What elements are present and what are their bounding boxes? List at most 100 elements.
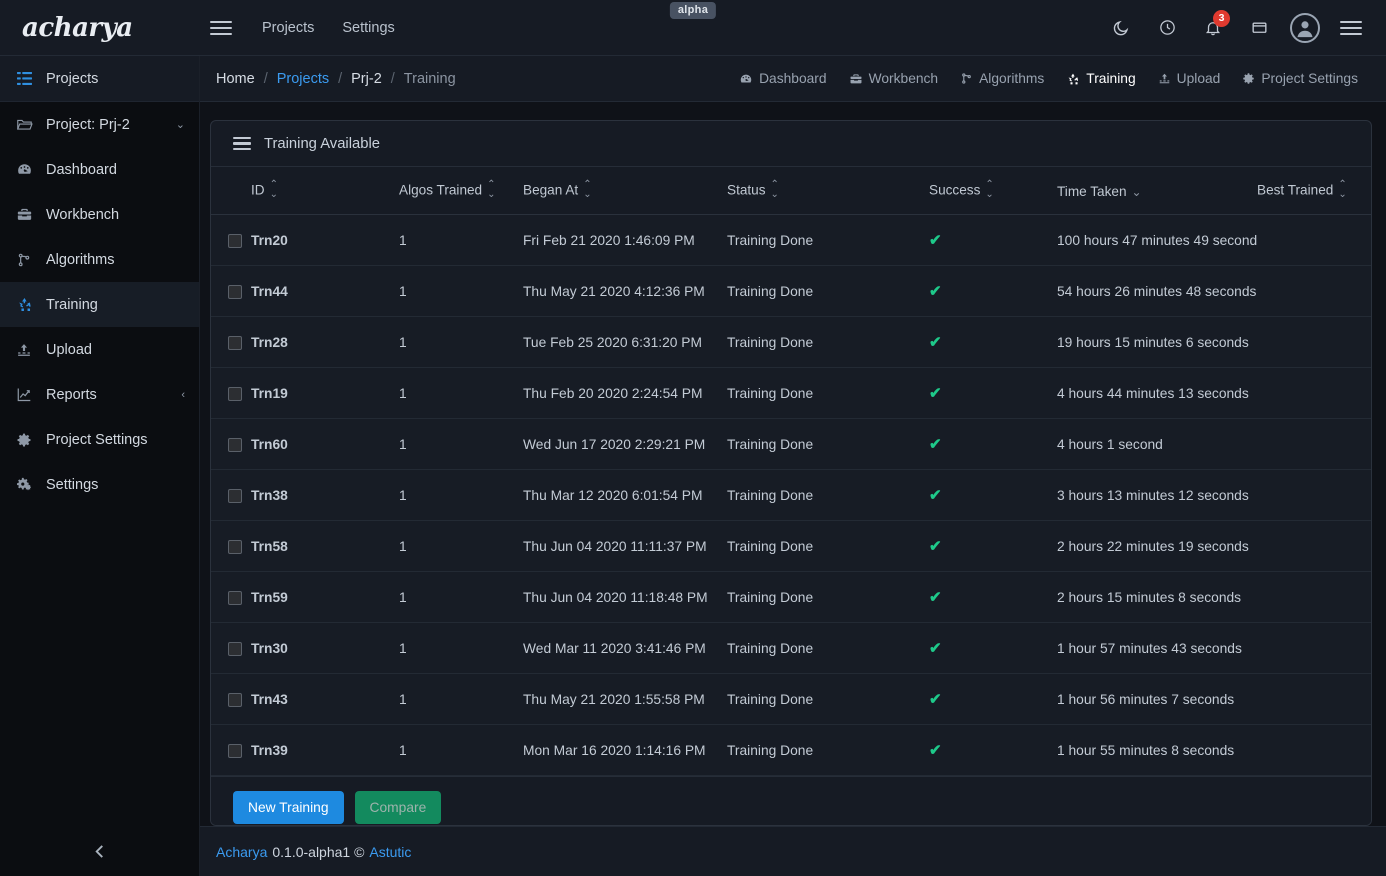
new-training-button[interactable]: New Training: [233, 791, 344, 824]
more-menu-button[interactable]: [1330, 7, 1372, 49]
row-checkbox[interactable]: [228, 744, 242, 758]
cell-began: Tue Feb 25 2020 6:31:20 PM: [523, 317, 727, 368]
table-row[interactable]: Trn30 1 Wed Mar 11 2020 3:41:46 PM Train…: [211, 623, 1372, 674]
sidebar-item-label: Workbench: [46, 207, 119, 223]
account-button[interactable]: [1284, 7, 1326, 49]
sidebar-item-dashboard[interactable]: Dashboard: [0, 147, 199, 192]
page-nav-dashboard[interactable]: Dashboard: [739, 71, 827, 86]
column-best-trained[interactable]: Best Trained⌃⌄: [1257, 167, 1372, 215]
sidebar-toggle-button[interactable]: [200, 0, 242, 56]
window-button[interactable]: [1238, 7, 1280, 49]
cell-best: [1257, 725, 1372, 776]
table-row[interactable]: Trn58 1 Thu Jun 04 2020 11:11:37 PM Trai…: [211, 521, 1372, 572]
row-checkbox[interactable]: [228, 642, 242, 656]
sidebar-item-training[interactable]: Training: [0, 282, 199, 327]
row-checkbox[interactable]: [228, 438, 242, 452]
sidebar-item-reports[interactable]: Reports ‹: [0, 372, 199, 417]
table-row[interactable]: Trn28 1 Tue Feb 25 2020 6:31:20 PM Train…: [211, 317, 1372, 368]
breadcrumb-item-home[interactable]: Home: [216, 71, 255, 87]
column-select: [211, 167, 251, 215]
table-row[interactable]: Trn59 1 Thu Jun 04 2020 11:18:48 PM Trai…: [211, 572, 1372, 623]
table-row[interactable]: Trn20 1 Fri Feb 21 2020 1:46:09 PM Train…: [211, 215, 1372, 266]
sidebar-item-project-prj2[interactable]: Project: Prj-2 ⌄: [0, 102, 199, 147]
cell-id: Trn43: [251, 674, 399, 725]
table-row[interactable]: Trn43 1 Thu May 21 2020 1:55:58 PM Train…: [211, 674, 1372, 725]
breadcrumb-item-training: Training: [404, 71, 456, 87]
row-checkbox[interactable]: [228, 693, 242, 707]
compare-button[interactable]: Compare: [355, 791, 442, 824]
page-nav-workbench[interactable]: Workbench: [849, 71, 939, 86]
sidebar-collapse-button[interactable]: [90, 825, 109, 876]
footer-bar: Acharya 0.1.0-alpha1 © Astutic: [0, 826, 1386, 876]
row-select-cell: [211, 215, 251, 266]
table-row[interactable]: Trn44 1 Thu May 21 2020 4:12:36 PM Train…: [211, 266, 1372, 317]
breadcrumb-item-projects[interactable]: Projects: [277, 71, 329, 87]
breadcrumb-item-prj2[interactable]: Prj-2: [351, 71, 382, 87]
cell-status: Training Done: [727, 572, 929, 623]
app-shell: Projects Project: Prj-2 ⌄ Dashboard Work…: [0, 56, 1386, 826]
cell-success: ✔: [929, 521, 1057, 572]
hamburger-icon: [210, 17, 232, 39]
row-checkbox[interactable]: [228, 591, 242, 605]
sidebar-item-upload[interactable]: Upload: [0, 327, 199, 372]
sidebar-item-projects[interactable]: Projects: [0, 56, 199, 101]
row-checkbox[interactable]: [228, 489, 242, 503]
sidebar-item-project-settings[interactable]: Project Settings: [0, 417, 199, 462]
app-logo[interactable]: acharya: [22, 13, 133, 43]
breadcrumb: Home / Projects / Prj-2 / Training: [216, 71, 456, 87]
theme-toggle-button[interactable]: [1100, 7, 1142, 49]
footer-company-link[interactable]: Astutic: [369, 844, 411, 860]
page-nav-training[interactable]: Training: [1066, 71, 1135, 86]
column-time-taken[interactable]: Time Taken⌄: [1057, 167, 1257, 215]
help-button[interactable]: [1146, 7, 1188, 49]
table-row[interactable]: Trn60 1 Wed Jun 17 2020 2:29:21 PM Train…: [211, 419, 1372, 470]
list-menu-icon[interactable]: [233, 134, 251, 154]
sidebar-item-settings[interactable]: Settings: [0, 462, 199, 507]
cell-success: ✔: [929, 674, 1057, 725]
row-checkbox[interactable]: [228, 387, 242, 401]
sidebar-item-workbench[interactable]: Workbench: [0, 192, 199, 237]
gear-icon: [14, 432, 34, 448]
sidebar-item-label: Dashboard: [46, 162, 117, 178]
column-algos-trained[interactable]: Algos Trained⌃⌄: [399, 167, 523, 215]
sort-icon: ⌃⌄: [487, 180, 495, 200]
column-began-at[interactable]: Began At⌃⌄: [523, 167, 727, 215]
page-nav-upload[interactable]: Upload: [1158, 71, 1221, 86]
cell-began: Thu Jun 04 2020 11:18:48 PM: [523, 572, 727, 623]
top-nav-settings[interactable]: Settings: [342, 20, 394, 36]
page-nav-label: Project Settings: [1261, 71, 1358, 86]
column-success[interactable]: Success⌃⌄: [929, 167, 1057, 215]
table-row[interactable]: Trn19 1 Thu Feb 20 2020 2:24:54 PM Train…: [211, 368, 1372, 419]
column-id[interactable]: ID⌃⌄: [251, 167, 399, 215]
sidebar-spacer: [0, 507, 199, 826]
page-nav-project-settings[interactable]: Project Settings: [1242, 71, 1358, 86]
chart-line-icon: [14, 386, 34, 403]
branch-icon: [14, 252, 34, 268]
cell-best: [1257, 521, 1372, 572]
row-checkbox[interactable]: [228, 540, 242, 554]
sidebar-item-algorithms[interactable]: Algorithms: [0, 237, 199, 282]
alpha-badge: alpha: [670, 2, 716, 19]
column-status[interactable]: Status⌃⌄: [727, 167, 929, 215]
row-checkbox[interactable]: [228, 285, 242, 299]
cell-best: [1257, 215, 1372, 266]
page-nav-algorithms[interactable]: Algorithms: [960, 71, 1044, 86]
table-row[interactable]: Trn38 1 Thu Mar 12 2020 6:01:54 PM Train…: [211, 470, 1372, 521]
cell-time: 1 hour 57 minutes 43 seconds: [1057, 623, 1257, 674]
card-title: Training Available: [264, 136, 380, 152]
cell-status: Training Done: [727, 266, 929, 317]
card-header: Training Available: [211, 121, 1371, 167]
cell-algos: 1: [399, 674, 523, 725]
brand-area: acharya: [0, 0, 200, 55]
notifications-button[interactable]: 3: [1192, 7, 1234, 49]
card-footer-actions: New Training Compare: [211, 776, 1371, 826]
cell-algos: 1: [399, 725, 523, 776]
table-row[interactable]: Trn39 1 Mon Mar 16 2020 1:14:16 PM Train…: [211, 725, 1372, 776]
upload-icon: [14, 342, 34, 358]
row-checkbox[interactable]: [228, 336, 242, 350]
top-nav-projects[interactable]: Projects: [262, 20, 314, 36]
row-checkbox[interactable]: [228, 234, 242, 248]
footer-app-link[interactable]: Acharya: [216, 844, 267, 860]
cell-began: Thu May 21 2020 1:55:58 PM: [523, 674, 727, 725]
cell-best: [1257, 572, 1372, 623]
